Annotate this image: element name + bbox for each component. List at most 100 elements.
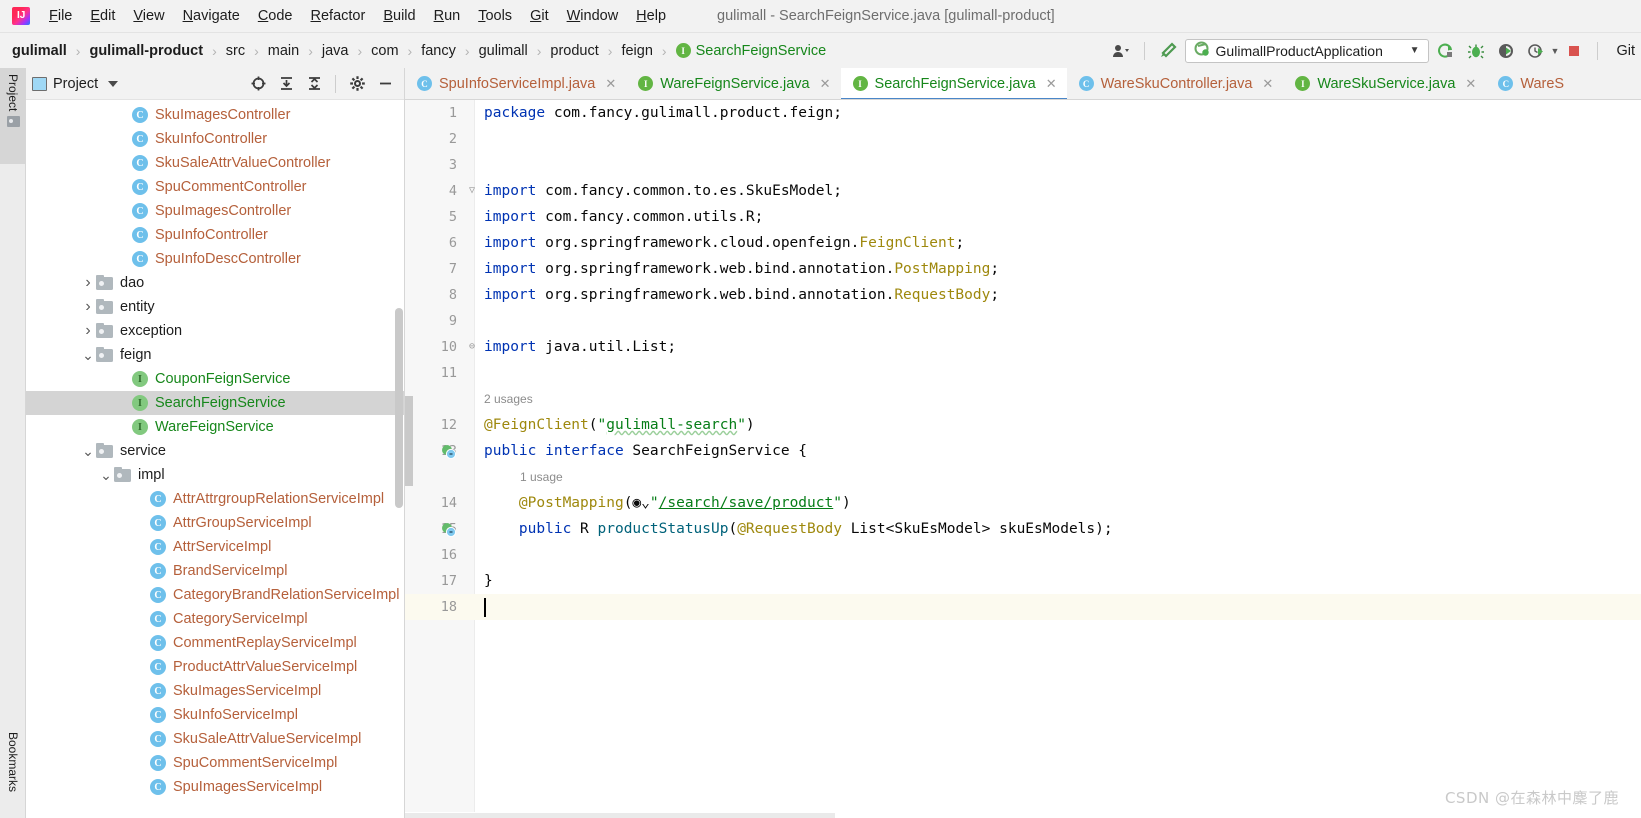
tree-item-spuimagescontroller[interactable]: C SpuImagesController <box>26 199 404 223</box>
stop-icon[interactable] <box>1561 38 1587 64</box>
close-icon[interactable]: ✕ <box>605 76 616 92</box>
tree-item-spucommentcontroller[interactable]: C SpuCommentController <box>26 175 404 199</box>
tree-item-dao[interactable]: › dao <box>26 271 404 295</box>
menu-item-git[interactable]: Git <box>521 5 558 27</box>
code-line[interactable]: 12 @FeignClient("gulimall-search") <box>405 412 1641 438</box>
menu-item-view[interactable]: View <box>124 5 173 27</box>
code-line[interactable]: 1 package com.fancy.gulimall.product.feig… <box>405 100 1641 126</box>
project-tree[interactable]: C SkuImagesController C SkuInfoController C S… <box>26 100 404 818</box>
code-inlay-hint[interactable]: 1 usage <box>405 464 1641 490</box>
code-line[interactable]: 5 import com.fancy.common.utils.R; <box>405 204 1641 230</box>
tree-item-categorybrandrelationserviceimpl[interactable]: C CategoryBrandRelationServiceImpl <box>26 583 404 607</box>
settings-gear-icon[interactable] <box>344 71 370 97</box>
tree-item-impl[interactable]: ⌄ impl <box>26 463 404 487</box>
chevron-down-icon[interactable]: ⌄ <box>80 444 96 458</box>
code-line[interactable]: 6 import org.springframework.cloud.openfe… <box>405 230 1641 256</box>
breadcrumb-item-feign[interactable]: feign <box>619 42 654 60</box>
user-avatar-icon[interactable] <box>1108 38 1134 64</box>
tree-item-skusaleattrvaluecontroller[interactable]: C SkuSaleAttrValueController <box>26 151 404 175</box>
code-line[interactable]: 17} <box>405 568 1641 594</box>
chevron-right-icon[interactable]: › <box>80 298 96 316</box>
tool-window-button-bookmarks[interactable]: Bookmarks <box>0 726 26 818</box>
tree-item-attrgroupserviceimpl[interactable]: C AttrGroupServiceImpl <box>26 511 404 535</box>
tool-window-button-project[interactable]: Project <box>0 68 26 164</box>
build-hammer-icon[interactable] <box>1155 38 1181 64</box>
tree-item-spuimagesserviceimpl[interactable]: C SpuImagesServiceImpl <box>26 775 404 799</box>
tree-item-spuinfodesccontroller[interactable]: C SpuInfoDescController <box>26 247 404 271</box>
tree-item-commentreplayserviceimpl[interactable]: C CommentReplayServiceImpl <box>26 631 404 655</box>
tree-item-spuinfocontroller[interactable]: C SpuInfoController <box>26 223 404 247</box>
tree-item-categoryserviceimpl[interactable]: C CategoryServiceImpl <box>26 607 404 631</box>
tree-item-attrattrgrouprelationserviceimpl[interactable]: C AttrAttrgroupRelationServiceImpl <box>26 487 404 511</box>
code-line[interactable]: 18 <box>405 594 1641 620</box>
code-fold-icon[interactable]: ⊖ <box>467 334 477 360</box>
run-icon[interactable] <box>1433 38 1459 64</box>
code-line[interactable]: 16 <box>405 542 1641 568</box>
expand-all-icon[interactable] <box>273 71 299 97</box>
editor-tab-wareskuservice-java[interactable]: I WareSkuService.java ✕ <box>1283 68 1486 99</box>
close-icon[interactable]: ✕ <box>1262 76 1273 92</box>
menu-item-window[interactable]: Window <box>558 5 628 27</box>
code-line[interactable]: 8 import org.springframework.web.bind.ann… <box>405 282 1641 308</box>
menu-item-tools[interactable]: Tools <box>469 5 521 27</box>
collapse-all-icon[interactable] <box>301 71 327 97</box>
profiler-icon[interactable] <box>1523 38 1549 64</box>
chevron-down-icon[interactable]: ⌄ <box>98 468 114 482</box>
tree-item-warefeignservice[interactable]: I WareFeignService <box>26 415 404 439</box>
code-line[interactable]: 9 <box>405 308 1641 334</box>
breadcrumb-item-java[interactable]: java <box>320 42 351 60</box>
menu-item-help[interactable]: Help <box>627 5 675 27</box>
editor-tab-searchfeignservice-java[interactable]: I SearchFeignService.java ✕ <box>840 68 1067 99</box>
menu-item-file[interactable]: File <box>40 5 81 27</box>
tree-item-skuimagescontroller[interactable]: C SkuImagesController <box>26 103 404 127</box>
code-line[interactable]: 15 public R productStatusUp(@RequestBody… <box>405 516 1641 542</box>
chevron-down-icon[interactable]: ▼ <box>1410 45 1420 56</box>
menu-item-run[interactable]: Run <box>425 5 470 27</box>
code-line[interactable]: 4 ▽ import com.fancy.common.to.es.SkuEsMod… <box>405 178 1641 204</box>
editor-horizontal-scrollbar[interactable] <box>405 812 1641 818</box>
breadcrumb-item-src[interactable]: src <box>224 42 247 60</box>
breadcrumb-item-com[interactable]: com <box>369 42 400 60</box>
editor-tab-warefeignservice-java[interactable]: I WareFeignService.java ✕ <box>626 68 840 99</box>
chevron-right-icon[interactable]: › <box>80 322 96 340</box>
tree-item-skusaleattrvalueserviceimpl[interactable]: C SkuSaleAttrValueServiceImpl <box>26 727 404 751</box>
hide-panel-icon[interactable] <box>372 71 398 97</box>
menu-item-refactor[interactable]: Refactor <box>302 5 375 27</box>
close-icon[interactable]: ✕ <box>820 76 831 92</box>
code-fold-icon[interactable]: ▽ <box>467 178 477 204</box>
tree-item-skuinfoserviceimpl[interactable]: C SkuInfoServiceImpl <box>26 703 404 727</box>
tree-item-feign[interactable]: ⌄ feign <box>26 343 404 367</box>
tree-item-productattrvalueserviceimpl[interactable]: C ProductAttrValueServiceImpl <box>26 655 404 679</box>
tree-item-searchfeignservice[interactable]: I SearchFeignService <box>26 391 404 415</box>
implementation-icon[interactable] <box>441 521 457 538</box>
code-line[interactable]: 7 import org.springframework.web.bind.ann… <box>405 256 1641 282</box>
close-icon[interactable]: ✕ <box>1465 76 1476 92</box>
close-icon[interactable]: ✕ <box>1046 76 1057 92</box>
chevron-right-icon[interactable]: › <box>80 274 96 292</box>
tree-item-skuimagesserviceimpl[interactable]: C SkuImagesServiceImpl <box>26 679 404 703</box>
editor-tab-spuinfoserviceimpl-java[interactable]: C SpuInfoServiceImpl.java ✕ <box>405 68 626 99</box>
menu-item-navigate[interactable]: Navigate <box>174 5 249 27</box>
chevron-down-icon[interactable] <box>108 80 119 87</box>
chevron-down-icon[interactable]: ⌄ <box>80 348 96 362</box>
code-line[interactable]: 14 @PostMapping(◉⌄"/search/save/product"… <box>405 490 1641 516</box>
code-line[interactable]: 10 ⊖ import java.util.List; <box>405 334 1641 360</box>
chevron-down-icon[interactable]: ▼ <box>1551 46 1560 56</box>
code-line[interactable]: 13public interface SearchFeignService { <box>405 438 1641 464</box>
project-tree-scrollbar[interactable] <box>395 308 403 508</box>
breadcrumb-item-gulimall[interactable]: gulimall <box>10 42 69 60</box>
source-code[interactable]: 1 package com.fancy.gulimall.product.feig… <box>405 100 1641 818</box>
editor-tab-wares[interactable]: C WareS <box>1486 68 1574 99</box>
select-opened-file-icon[interactable] <box>245 71 271 97</box>
tree-item-exception[interactable]: › exception <box>26 319 404 343</box>
code-inlay-hint[interactable]: 2 usages <box>405 386 1641 412</box>
menu-item-build[interactable]: Build <box>374 5 424 27</box>
code-line[interactable]: 3 <box>405 152 1641 178</box>
tree-item-entity[interactable]: › entity <box>26 295 404 319</box>
code-line[interactable]: 2 <box>405 126 1641 152</box>
menu-item-code[interactable]: Code <box>249 5 302 27</box>
tree-item-skuinfocontroller[interactable]: C SkuInfoController <box>26 127 404 151</box>
code-line[interactable]: 11 <box>405 360 1641 386</box>
tree-item-couponfeignservice[interactable]: I CouponFeignService <box>26 367 404 391</box>
run-configuration-selector[interactable]: GulimallProductApplication ▼ <box>1184 38 1429 63</box>
